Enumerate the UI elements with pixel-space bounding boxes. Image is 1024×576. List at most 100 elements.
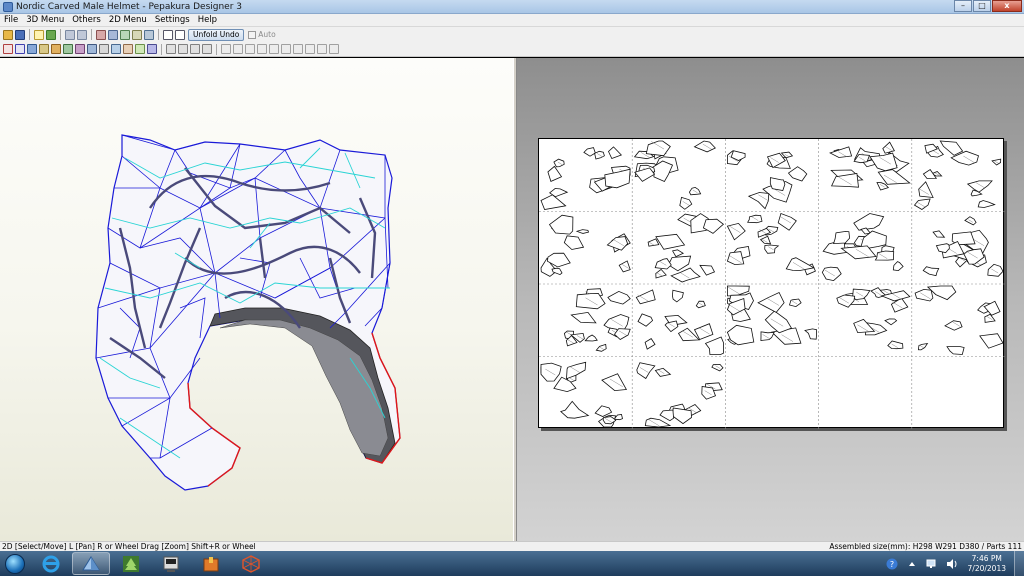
undo-icon[interactable] (65, 29, 75, 40)
pattern-page[interactable] (726, 285, 818, 346)
align-left-icon[interactable] (221, 44, 231, 54)
align-top-icon[interactable] (257, 44, 267, 54)
menu-2d[interactable]: 2D Menu (105, 15, 151, 25)
menu-file[interactable]: File (0, 15, 22, 25)
pattern-part[interactable] (829, 146, 853, 158)
check-tool-icon[interactable] (147, 44, 157, 54)
zoom-tool-icon[interactable] (166, 44, 176, 54)
pattern-part[interactable] (671, 289, 684, 303)
pattern-part[interactable] (917, 342, 929, 351)
pattern-part[interactable] (882, 141, 895, 154)
pattern-part[interactable] (785, 257, 815, 272)
print-icon[interactable] (34, 29, 44, 40)
pattern-part[interactable] (560, 400, 590, 419)
pattern-page[interactable] (821, 213, 904, 282)
pattern-part[interactable] (670, 267, 701, 283)
pattern-part[interactable] (548, 214, 574, 235)
align-center-icon[interactable] (233, 44, 243, 54)
flap-icon[interactable] (108, 29, 118, 40)
pattern-page[interactable] (726, 212, 816, 276)
text-tool-icon[interactable] (99, 44, 109, 54)
scale-tool-icon[interactable] (123, 44, 133, 54)
pattern-part[interactable] (702, 218, 725, 234)
helmet-3d-model[interactable] (0, 58, 513, 541)
pattern-part[interactable] (655, 233, 686, 250)
open-file-icon[interactable] (3, 29, 13, 40)
pattern-page[interactable] (633, 140, 716, 210)
align-bottom-icon[interactable] (281, 44, 291, 54)
rotate-right-icon[interactable] (329, 44, 339, 54)
align-right-icon[interactable] (245, 44, 255, 54)
pattern-part[interactable] (671, 249, 685, 258)
pattern-page[interactable] (563, 288, 631, 352)
pattern-part[interactable] (804, 328, 818, 340)
pattern-part[interactable] (607, 290, 631, 305)
pattern-page[interactable] (647, 213, 725, 283)
pattern-page[interactable] (635, 289, 724, 355)
pattern-page[interactable] (636, 362, 724, 428)
pattern-page[interactable] (913, 140, 1002, 210)
pattern-part[interactable] (540, 194, 567, 210)
clock[interactable]: 7:46 PM 7/20/2013 (968, 554, 1006, 574)
pattern-part[interactable] (764, 310, 792, 334)
pan-tool-icon[interactable] (202, 44, 212, 54)
pattern-part[interactable] (594, 405, 613, 417)
pattern-part[interactable] (645, 140, 671, 157)
2d-view-pane[interactable] (517, 58, 1024, 541)
split-window-icon[interactable] (175, 29, 185, 40)
pattern-part[interactable] (547, 165, 563, 182)
pattern-part[interactable] (830, 173, 859, 188)
3d-view-pane[interactable] (0, 58, 513, 541)
pattern-part[interactable] (853, 213, 885, 231)
pattern-part[interactable] (757, 291, 785, 313)
pattern-part[interactable] (979, 333, 1004, 349)
pattern-part[interactable] (704, 336, 724, 355)
rotate-tool-icon[interactable] (27, 44, 37, 54)
pattern-part[interactable] (654, 258, 672, 270)
distribute-h-icon[interactable] (293, 44, 303, 54)
pattern-part[interactable] (667, 255, 692, 272)
layout-sheet[interactable] (538, 138, 1005, 429)
pattern-part[interactable] (932, 230, 946, 238)
pattern-part[interactable] (635, 289, 656, 305)
pattern-part[interactable] (584, 334, 598, 342)
pattern-part[interactable] (652, 160, 674, 183)
network-icon[interactable] (926, 558, 938, 570)
taskbar-pepakura[interactable] (72, 552, 110, 575)
pattern-part[interactable] (987, 263, 1004, 277)
pattern-part[interactable] (637, 313, 654, 327)
mirror-tool-icon[interactable] (135, 44, 145, 54)
pattern-part[interactable] (618, 260, 631, 273)
pattern-part[interactable] (821, 266, 842, 282)
pattern-part[interactable] (604, 168, 631, 189)
pattern-part[interactable] (540, 362, 562, 382)
flap-tool-icon[interactable] (87, 44, 97, 54)
pattern-part[interactable] (672, 407, 692, 425)
pattern-part[interactable] (664, 320, 679, 333)
pattern-layout[interactable] (539, 139, 1005, 429)
pattern-part[interactable] (977, 200, 996, 208)
pattern-part[interactable] (644, 338, 656, 350)
pattern-part[interactable] (726, 222, 746, 241)
paste-icon[interactable] (144, 29, 154, 40)
pattern-part[interactable] (922, 266, 940, 277)
cut-tool-icon[interactable] (63, 44, 73, 54)
pattern-part[interactable] (655, 268, 667, 279)
pattern-part[interactable] (769, 177, 786, 191)
pattern-part[interactable] (887, 340, 904, 350)
pattern-part[interactable] (833, 230, 851, 245)
pattern-page[interactable] (922, 216, 1004, 277)
pattern-part[interactable] (659, 409, 675, 422)
pattern-part[interactable] (877, 169, 911, 185)
pattern-part[interactable] (636, 362, 656, 380)
start-button[interactable] (0, 551, 30, 576)
anchor-icon[interactable] (120, 29, 130, 40)
pattern-part[interactable] (570, 311, 597, 324)
menu-3d[interactable]: 3D Menu (22, 15, 68, 25)
join-tool-icon[interactable] (51, 44, 61, 54)
pattern-page[interactable] (540, 361, 628, 428)
taskbar-tree-app[interactable] (112, 552, 150, 575)
pattern-part[interactable] (884, 318, 898, 326)
pattern-part[interactable] (654, 367, 672, 377)
fit-tool-icon[interactable] (178, 44, 188, 54)
